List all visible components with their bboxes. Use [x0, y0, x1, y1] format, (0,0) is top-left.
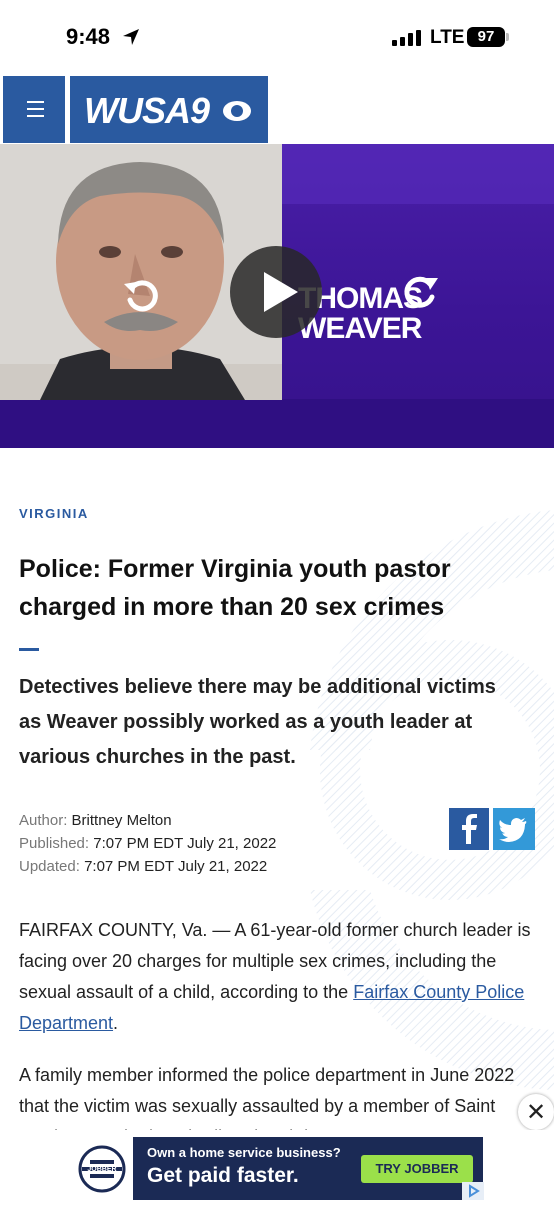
updated-label: Updated: — [19, 858, 80, 875]
article-headline: Police: Former Virginia youth pastor cha… — [19, 555, 451, 621]
hamburger-icon-line — [27, 108, 44, 110]
adchoices-triangle — [469, 1184, 480, 1198]
video-name-line-2: WEAVER — [298, 312, 422, 345]
updated-line: Updated: 7:07 PM EDT July 21, 2022 — [19, 858, 267, 875]
facebook-icon — [462, 814, 477, 844]
published-line: Published: 7:07 PM EDT July 21, 2022 — [19, 835, 276, 852]
author-name: Brittney Melton — [71, 812, 172, 829]
status-bar: 9:48 LTE 97 — [0, 0, 554, 76]
menu-button[interactable] — [3, 76, 65, 143]
play-button[interactable] — [230, 246, 322, 338]
author-label: Author: — [19, 812, 68, 829]
clock: 9:48 — [66, 24, 111, 49]
cbs-eye-icon — [223, 101, 251, 121]
facebook-share-button[interactable] — [449, 808, 489, 850]
twitter-icon — [499, 818, 527, 842]
battery-icon: 97 — [467, 27, 505, 47]
location-arrow-icon — [123, 29, 139, 45]
headline-divider — [19, 648, 39, 651]
network-type: LTE — [430, 27, 465, 48]
signal-icon — [392, 30, 421, 46]
ad-line-2: Get paid faster. — [147, 1164, 299, 1187]
article-deck: Detectives believe there may be addition… — [19, 676, 496, 768]
battery-tip — [506, 33, 509, 41]
jobber-logo[interactable]: JOBBER — [72, 1138, 132, 1200]
article-paragraph-1: FAIRFAX COUNTY, Va. — A 61-year-old form… — [19, 915, 539, 1039]
updated-date: 7:07 PM EDT July 21, 2022 — [84, 858, 268, 875]
adchoices-icon[interactable] — [462, 1182, 484, 1200]
site-logo[interactable]: WUSA9 — [70, 76, 268, 143]
ad-line-1: Own a home service business? — [147, 1145, 341, 1160]
jobber-brand-text: JOBBER — [87, 1166, 116, 1173]
logo-text: WUSA9 — [84, 90, 210, 131]
ad-close-button[interactable]: ✕ — [518, 1094, 554, 1130]
paragraph-1-end: . — [113, 1013, 119, 1033]
hamburger-icon-line — [27, 115, 44, 117]
play-icon — [264, 272, 298, 312]
published-label: Published: — [19, 835, 90, 852]
ad-banner[interactable]: Own a home service business? Get paid fa… — [133, 1137, 483, 1200]
video-graphic-stripe — [280, 144, 554, 204]
article-paragraph-2: A family member informed the police depa… — [19, 1065, 515, 1130]
try-jobber-button[interactable]: TRY JOBBER — [361, 1155, 473, 1183]
jobber-logo-icon: JOBBER — [78, 1145, 126, 1193]
hamburger-icon — [27, 101, 44, 103]
section-kicker[interactable]: VIRGINIA — [19, 506, 89, 521]
author-line: Author: Brittney Melton — [19, 812, 172, 829]
rewind-icon[interactable] — [120, 274, 164, 314]
twitter-share-button[interactable] — [493, 808, 535, 850]
video-graphic-band — [0, 399, 554, 448]
close-icon: ✕ — [525, 1099, 547, 1126]
published-date: 7:07 PM EDT July 21, 2022 — [93, 835, 277, 852]
